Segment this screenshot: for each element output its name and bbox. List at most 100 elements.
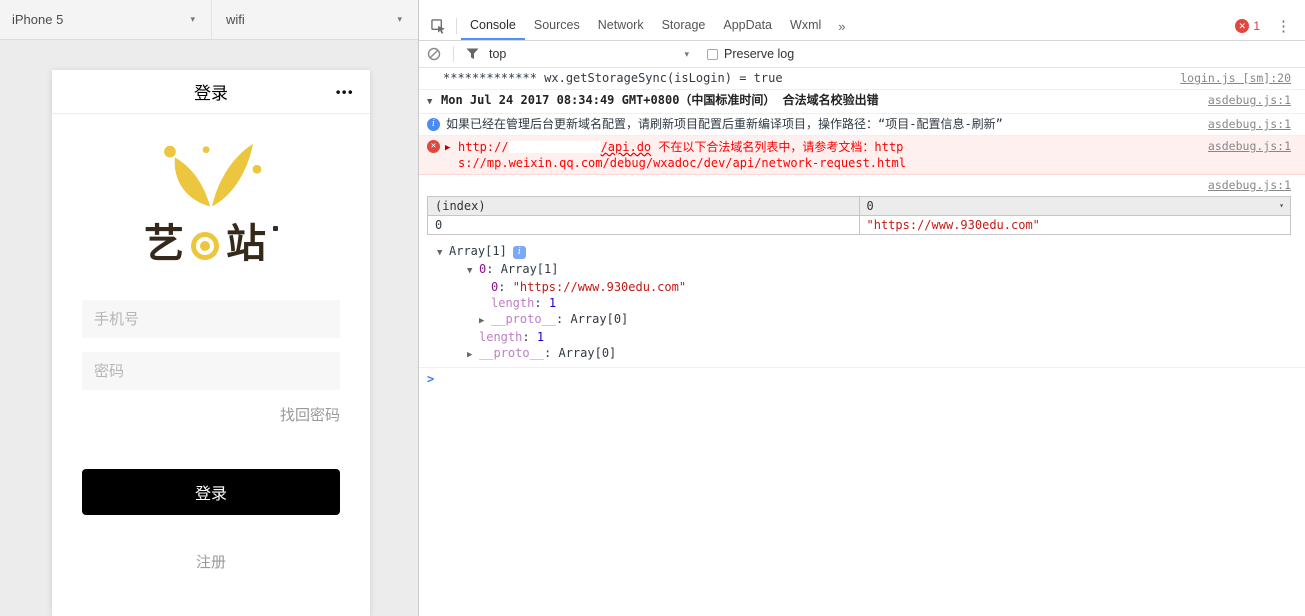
miniprogram-header: 登录 ••• [52, 70, 370, 114]
prompt-chevron-icon: > [427, 372, 435, 386]
table-header-0[interactable]: 0 ▾ [858, 196, 1291, 216]
tree-key: 0 [479, 262, 501, 276]
logo-text: 艺 站 [144, 222, 278, 266]
column-dropdown-icon[interactable]: ▾ [1279, 201, 1284, 210]
table-header-row: (index) 0 ▾ [427, 196, 1291, 216]
chevron-down-icon: ▾ [190, 14, 195, 24]
expand-triangle-icon[interactable]: ▶ [445, 139, 458, 156]
device-dropdown[interactable]: iPhone 5 ▾ [0, 0, 212, 39]
table-cell-index: 0 [427, 215, 860, 235]
simulator-panel: iPhone 5 ▾ wifi ▾ 登录 ••• 艺 站 手机号 找回密码 登录… [0, 0, 418, 616]
inspect-element-icon[interactable] [425, 12, 452, 40]
console-prompt[interactable]: > [419, 367, 1305, 390]
log-message: ************* wx.getStorageSync(isLogin)… [443, 71, 783, 85]
toolbar-divider [456, 18, 457, 34]
devtools-tabbar: Console Sources Network Storage AppData … [419, 12, 1305, 41]
console-table: (index) 0 ▾ 0 "https://www.930edu.com" [419, 194, 1305, 240]
info-message: 如果已经在管理后台更新域名配置，请刷新项目配置后重新编译项目，操作路径：“项目-… [446, 117, 1003, 131]
filter-icon[interactable] [466, 48, 479, 60]
tab-sources[interactable]: Sources [525, 12, 589, 40]
tab-storage[interactable]: Storage [653, 12, 715, 40]
error-icon: ✕ [1235, 19, 1250, 33]
table-row: 0 "https://www.930edu.com" [427, 215, 1291, 235]
tree-key: 0 [491, 280, 513, 294]
tree-value: Array[0] [570, 312, 629, 326]
tree-key: length [479, 330, 537, 344]
collapse-triangle-icon[interactable]: ▼ [427, 93, 441, 110]
login-button[interactable]: 登录 [82, 469, 340, 515]
login-form: 找回密码 登录 注册 [52, 266, 370, 572]
device-dropdown-label: iPhone 5 [12, 12, 64, 27]
error-url-path: /api.do [600, 140, 652, 154]
error-url-prefix: http:// [458, 140, 509, 154]
tree-number-value: 1 [548, 296, 557, 310]
object-tree: ▼Array[1]i ▼0Array[1] 0"https://www.930e… [419, 240, 1305, 367]
preserve-log-toggle[interactable]: Preserve log [707, 47, 794, 61]
devtools-panel: Console Sources Network Storage AppData … [418, 0, 1305, 616]
logo-char-right: 站 [226, 220, 266, 267]
tree-row-root[interactable]: ▼ Array[1] i [419, 243, 1305, 261]
tree-number-value: 1 [536, 330, 545, 344]
forgot-password-link[interactable]: 找回密码 [82, 404, 340, 425]
error-text: 不在以下合法域名列表中，请参考文档： [651, 140, 875, 154]
kebab-menu-icon[interactable]: ⋮ [1272, 12, 1295, 40]
expand-triangle-icon[interactable]: ▶ [467, 347, 479, 363]
info-icon: i [427, 118, 440, 131]
clear-console-icon[interactable] [427, 47, 441, 61]
table-cell-value: "https://www.930edu.com" [858, 215, 1291, 235]
error-message: http:///api.do 不在以下合法域名列表中，请参考文档：https:/… [458, 139, 928, 171]
tree-value: Array[0] [558, 346, 617, 360]
phone-number-input[interactable] [82, 300, 340, 338]
logo-circle-icon [191, 232, 219, 260]
tree-row[interactable]: ▶__proto__Array[0] [419, 311, 1305, 329]
logo-char-left: 艺 [144, 220, 184, 267]
tree-row[interactable]: ▼0Array[1] [419, 261, 1305, 279]
tree-key: __proto__ [479, 346, 558, 360]
register-link[interactable]: 注册 [82, 551, 340, 572]
more-tabs-icon[interactable]: » [830, 12, 853, 40]
group-title: Mon Jul 24 2017 08:34:49 GMT+0800（中国标准时间… [441, 93, 879, 107]
source-link[interactable]: asdebug.js:1 [1208, 178, 1291, 193]
info-badge-icon: i [512, 246, 526, 259]
tab-appdata[interactable]: AppData [714, 12, 781, 40]
preserve-log-label: Preserve log [724, 47, 795, 61]
tree-value: Array[1] [500, 262, 559, 276]
tab-console[interactable]: Console [461, 12, 525, 40]
console-error-row: ✕ ▶ http:///api.do 不在以下合法域名列表中，请参考文档：htt… [419, 136, 1305, 175]
console-output: ************* wx.getStorageSync(isLogin)… [419, 68, 1305, 616]
tree-key: length [491, 296, 549, 310]
simulator-toolbar: iPhone 5 ▾ wifi ▾ [0, 0, 418, 40]
collapse-triangle-icon[interactable]: ▼ [467, 263, 479, 279]
console-toolbar: top ▾ Preserve log [419, 41, 1305, 68]
menu-dots-icon[interactable]: ••• [336, 84, 354, 99]
collapse-triangle-icon[interactable]: ▼ [437, 245, 449, 261]
context-selector[interactable]: top ▾ [489, 47, 689, 61]
page-title: 登录 [194, 84, 228, 103]
app-logo: 艺 站 [52, 136, 370, 266]
redacted-domain [508, 141, 601, 153]
network-dropdown[interactable]: wifi ▾ [212, 0, 418, 39]
preserve-log-checkbox[interactable] [707, 48, 718, 60]
error-count: 1 [1253, 19, 1260, 33]
table-header-index[interactable]: (index) [427, 196, 860, 216]
tree-key: __proto__ [491, 312, 570, 326]
chevron-down-icon: ▾ [397, 14, 402, 24]
source-link[interactable]: asdebug.js:1 [1208, 93, 1291, 108]
context-selector-label: top [489, 47, 507, 61]
password-input[interactable] [82, 352, 340, 390]
console-info-row: i 如果已经在管理后台更新域名配置，请刷新项目配置后重新编译项目，操作路径：“项… [419, 114, 1305, 136]
tree-row[interactable]: ▶__proto__Array[0] [419, 345, 1305, 363]
source-link[interactable]: login.js [sm]:20 [1180, 71, 1291, 86]
chevron-down-icon: ▾ [684, 48, 689, 59]
source-link[interactable]: asdebug.js:1 [1208, 117, 1291, 132]
tab-network[interactable]: Network [589, 12, 653, 40]
error-count-badge[interactable]: ✕ 1 [1235, 12, 1260, 40]
tab-wxml[interactable]: Wxml [781, 12, 830, 40]
tree-row: length1 [419, 329, 1305, 345]
console-table-source-row: asdebug.js:1 [419, 175, 1305, 194]
console-log-row: ************* wx.getStorageSync(isLogin)… [419, 68, 1305, 90]
tree-row: 0"https://www.930edu.com" [419, 279, 1305, 295]
tree-row: length1 [419, 295, 1305, 311]
expand-triangle-icon[interactable]: ▶ [479, 313, 491, 329]
source-link[interactable]: asdebug.js:1 [1208, 139, 1291, 154]
